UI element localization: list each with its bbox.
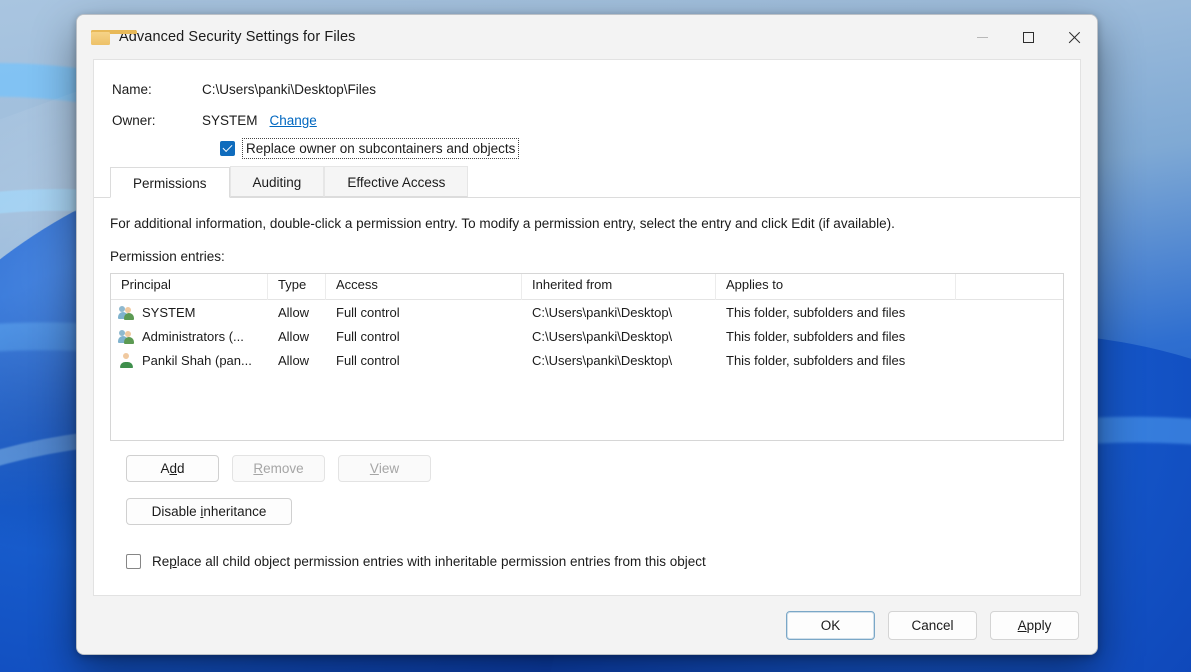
table-body: SYSTEM Allow Full control C:\Users\panki… <box>111 300 1063 372</box>
view-button[interactable]: View <box>338 455 431 482</box>
folder-icon <box>91 30 110 45</box>
view-accel: V <box>370 461 379 476</box>
apply-accel: A <box>1018 618 1027 633</box>
cell-access: Full control <box>326 329 522 344</box>
name-label: Name: <box>94 82 202 97</box>
column-header-applies-to[interactable]: Applies to <box>716 274 956 300</box>
checkmark-icon <box>223 142 233 152</box>
panel-hint: For additional information, double-click… <box>110 216 1064 231</box>
tab-bar: Permissions Auditing Effective Access <box>94 167 1080 198</box>
disable-inheritance-button[interactable]: Disable inheritance <box>126 498 292 525</box>
ok-button[interactable]: OK <box>786 611 875 640</box>
name-row: Name: C:\Users\panki\Desktop\Files <box>94 82 1080 97</box>
owner-label: Owner: <box>94 113 202 128</box>
minimize-icon <box>977 37 988 38</box>
advanced-security-settings-window: Advanced Security Settings for Files Nam… <box>76 14 1098 655</box>
column-header-access[interactable]: Access <box>326 274 522 300</box>
add-accel: d <box>169 461 177 476</box>
table-row[interactable]: Pankil Shah (pan... Allow Full control C… <box>111 348 1063 372</box>
column-header-inherited-from[interactable]: Inherited from <box>522 274 716 300</box>
principal-text: SYSTEM <box>142 305 195 320</box>
column-header-spare[interactable] <box>956 274 1063 300</box>
permission-entries-table[interactable]: Principal Type Access Inherited from App… <box>110 273 1064 441</box>
cell-access: Full control <box>326 353 522 368</box>
maximize-icon <box>1023 32 1034 43</box>
tab-permissions[interactable]: Permissions <box>110 167 230 198</box>
dialog-footer: OK Cancel Apply <box>77 596 1097 654</box>
tab-effective-access[interactable]: Effective Access <box>324 166 468 197</box>
inheritance-buttons-row: Disable inheritance <box>126 498 1048 525</box>
add-button[interactable]: Add <box>126 455 219 482</box>
table-row[interactable]: Administrators (... Allow Full control C… <box>111 324 1063 348</box>
apply-button[interactable]: Apply <box>990 611 1079 640</box>
remove-button[interactable]: Remove <box>232 455 325 482</box>
replace-children-accel: p <box>169 554 177 569</box>
cell-inherited-from: C:\Users\panki\Desktop\ <box>522 353 716 368</box>
cell-principal: SYSTEM <box>111 305 268 320</box>
cell-access: Full control <box>326 305 522 320</box>
cell-principal: Administrators (... <box>111 329 268 344</box>
cell-applies-to: This folder, subfolders and files <box>716 305 956 320</box>
replace-owner-checkbox[interactable] <box>220 141 235 156</box>
tab-auditing[interactable]: Auditing <box>230 166 325 197</box>
table-header: Principal Type Access Inherited from App… <box>111 274 1063 300</box>
owner-row: Owner: SYSTEM Change <box>94 113 1080 128</box>
owner-line: SYSTEM Change <box>202 113 317 128</box>
window-controls <box>959 15 1097 59</box>
window-title: Advanced Security Settings for Files <box>119 29 356 45</box>
principal-text: Administrators (... <box>142 329 244 344</box>
cancel-button[interactable]: Cancel <box>888 611 977 640</box>
column-header-type[interactable]: Type <box>268 274 326 300</box>
remove-accel: R <box>253 461 263 476</box>
cell-type: Allow <box>268 329 326 344</box>
replace-owner-label[interactable]: Replace owner on subcontainers and objec… <box>244 140 517 157</box>
group-icon <box>119 329 135 344</box>
user-icon <box>119 353 135 368</box>
cell-principal: Pankil Shah (pan... <box>111 353 268 368</box>
content-card: Name: C:\Users\panki\Desktop\Files Owner… <box>93 59 1081 596</box>
cell-inherited-from: C:\Users\panki\Desktop\ <box>522 329 716 344</box>
permissions-panel: For additional information, double-click… <box>94 198 1080 595</box>
cell-type: Allow <box>268 353 326 368</box>
maximize-button[interactable] <box>1005 15 1051 59</box>
owner-value: SYSTEM <box>202 113 258 128</box>
name-value: C:\Users\panki\Desktop\Files <box>202 82 376 97</box>
close-icon <box>1068 31 1081 44</box>
disable-inheritance-accel: i <box>200 504 203 519</box>
principal-text: Pankil Shah (pan... <box>142 353 252 368</box>
replace-children-checkbox[interactable] <box>126 554 141 569</box>
title-bar-left: Advanced Security Settings for Files <box>77 29 356 45</box>
replace-children-row[interactable]: Replace all child object permission entr… <box>110 541 1064 570</box>
group-icon <box>119 305 135 320</box>
minimize-button[interactable] <box>959 15 1005 59</box>
close-button[interactable] <box>1051 15 1097 59</box>
title-bar[interactable]: Advanced Security Settings for Files <box>77 15 1097 59</box>
object-info: Name: C:\Users\panki\Desktop\Files Owner… <box>94 60 1080 167</box>
replace-owner-row[interactable]: Replace owner on subcontainers and objec… <box>94 140 1080 157</box>
action-buttons: Add Remove View Disable inheritance <box>110 441 1064 541</box>
window-body: Name: C:\Users\panki\Desktop\Files Owner… <box>77 59 1097 596</box>
change-owner-link[interactable]: Change <box>270 113 317 128</box>
cell-applies-to: This folder, subfolders and files <box>716 329 956 344</box>
column-header-principal[interactable]: Principal <box>111 274 268 300</box>
cell-applies-to: This folder, subfolders and files <box>716 353 956 368</box>
replace-children-label: Replace all child object permission entr… <box>150 553 708 570</box>
cell-type: Allow <box>268 305 326 320</box>
permission-entries-label: Permission entries: <box>110 249 1064 264</box>
table-row[interactable]: SYSTEM Allow Full control C:\Users\panki… <box>111 300 1063 324</box>
entry-buttons-row: Add Remove View <box>126 455 1048 482</box>
cell-inherited-from: C:\Users\panki\Desktop\ <box>522 305 716 320</box>
